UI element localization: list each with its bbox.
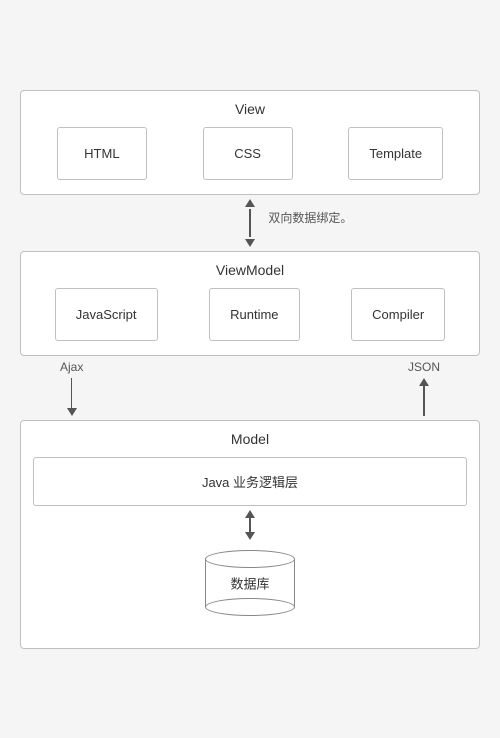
db-arrow-up-icon — [245, 510, 255, 518]
cylinder-bottom — [205, 598, 295, 616]
runtime-item: Runtime — [209, 288, 299, 341]
json-arrow-up-icon — [419, 378, 429, 386]
json-shaft — [419, 378, 429, 416]
model-title: Model — [33, 431, 467, 447]
db-label: 数据库 — [230, 573, 269, 592]
db-arrow — [245, 510, 255, 546]
ajax-arrow-down-icon — [67, 408, 77, 416]
database-cylinder: 数据库 — [205, 550, 295, 634]
ajax-line — [71, 378, 73, 408]
viewmodel-layer: ViewModel JavaScript Runtime Compiler — [20, 251, 480, 356]
json-label: JSON — [408, 360, 440, 374]
view-viewmodel-arrow: 双向数据绑定。 — [20, 195, 480, 251]
json-arrow-col: JSON — [408, 360, 440, 416]
binding-label: 双向数据绑定。 — [268, 209, 352, 226]
arrow-up-icon — [245, 199, 255, 207]
json-line — [423, 386, 425, 416]
architecture-diagram: View HTML CSS Template 双向数据绑定。 ViewModel… — [20, 90, 480, 649]
view-title: View — [33, 101, 467, 117]
model-inner: Java 业务逻辑层 数据库 — [33, 457, 467, 634]
db-arrow-down-icon — [245, 532, 255, 540]
arrow-down-icon — [245, 239, 255, 247]
viewmodel-title: ViewModel — [33, 262, 467, 278]
model-layer: Model Java 业务逻辑层 数据库 — [20, 420, 480, 649]
view-items: HTML CSS Template — [33, 127, 467, 180]
view-layer: View HTML CSS Template — [20, 90, 480, 195]
template-item: Template — [348, 127, 443, 180]
ajax-shaft — [67, 378, 77, 416]
viewmodel-items: JavaScript Runtime Compiler — [33, 288, 467, 341]
css-item: CSS — [203, 127, 293, 180]
arrow-shaft — [249, 209, 251, 237]
html-item: HTML — [57, 127, 147, 180]
ajax-arrow-col: Ajax — [60, 360, 83, 416]
ajax-label: Ajax — [60, 360, 83, 374]
cylinder-top — [205, 550, 295, 568]
javascript-item: JavaScript — [55, 288, 158, 341]
java-box: Java 业务逻辑层 — [33, 457, 467, 506]
db-shaft — [249, 518, 251, 532]
ajax-json-arrows: Ajax JSON — [20, 356, 480, 420]
compiler-item: Compiler — [351, 288, 445, 341]
